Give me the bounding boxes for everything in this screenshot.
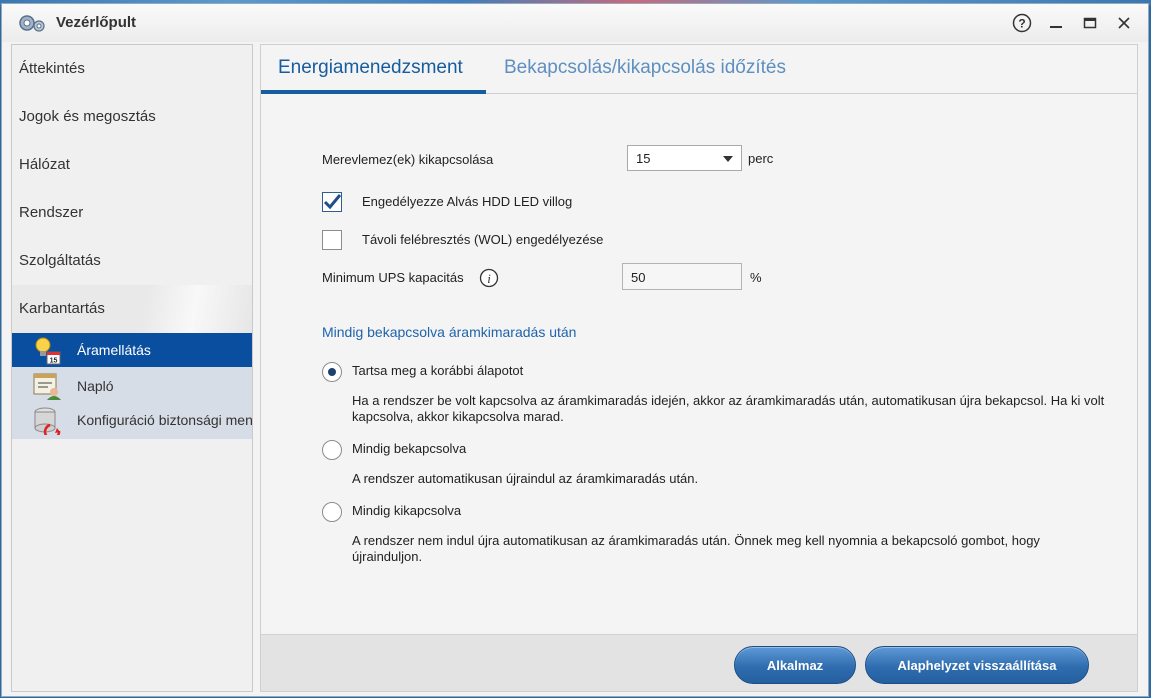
sidebar-item-permissions[interactable]: Jogok és megosztás (12, 93, 252, 141)
sidebar-item-services[interactable]: Szolgáltatás (12, 237, 252, 285)
power-settings-form: Merevlemez(ek) kikapcsolása 15 perc Enge… (261, 95, 1137, 630)
sidebar: Áttekintés Jogok és megosztás Hálózat Re… (11, 44, 253, 692)
tab-power-schedule[interactable]: Bekapcsolás/kikapcsolás időzítés (504, 57, 786, 79)
ups-capacity-input[interactable]: 50 (622, 263, 742, 290)
window-title: Vezérlőpult (56, 14, 137, 31)
checkmark-icon (323, 194, 342, 210)
sidebar-subitem-power[interactable]: 15 Áramellátás (12, 333, 252, 367)
minimize-button[interactable] (1045, 12, 1067, 34)
power-bulb-icon: 15 (35, 337, 61, 365)
radio-keep-previous[interactable] (322, 362, 342, 382)
sidebar-subitem-label: Konfiguráció biztonsági mentése (77, 412, 252, 428)
hdd-spindown-select[interactable]: 15 (627, 145, 742, 171)
reset-defaults-button[interactable]: Alaphelyzet visszaállítása (865, 646, 1089, 684)
config-backup-icon (34, 407, 61, 435)
apply-button[interactable]: Alkalmaz (734, 646, 856, 684)
title-bar: Vezérlőpult ? (2, 4, 1148, 42)
hdd-spindown-label: Merevlemez(ek) kikapcsolása (322, 152, 494, 167)
radio-keep-previous-desc: Ha a rendszer be volt kapcsolva az áramk… (352, 393, 1105, 424)
help-circle-icon: ? (1012, 13, 1032, 33)
minimize-icon (1050, 26, 1062, 28)
help-button[interactable]: ? (1011, 12, 1033, 34)
active-tab-indicator (261, 90, 486, 94)
sidebar-subitem-config-backup[interactable]: Konfiguráció biztonsági mentése (12, 403, 252, 437)
svg-text:15: 15 (50, 358, 58, 365)
sidebar-subitem-label: Áramellátás (77, 342, 151, 358)
radio-always-off-label: Mindig kikapcsolva (352, 503, 462, 518)
sidebar-item-overview[interactable]: Áttekintés (12, 45, 252, 93)
wol-checkbox[interactable] (322, 230, 342, 250)
radio-always-off-desc: A rendszer nem indul újra automatikusan … (352, 533, 1040, 564)
ups-capacity-label: Minimum UPS kapacitás (322, 270, 464, 285)
sidebar-item-system[interactable]: Rendszer (12, 189, 252, 237)
wol-label: Távoli felébresztés (WOL) engedélyezése (362, 232, 604, 247)
tab-power-management[interactable]: Energiamenedzsment (278, 57, 463, 79)
sleep-led-checkbox[interactable] (322, 192, 342, 212)
info-icon[interactable]: i (479, 268, 499, 288)
close-button[interactable] (1113, 12, 1135, 34)
sidebar-subitem-log[interactable]: Napló (12, 369, 252, 403)
hdd-spindown-unit: perc (748, 151, 774, 166)
sidebar-item-maintenance[interactable]: Karbantartás (12, 285, 252, 333)
main-content: Energiamenedzsment Bekapcsolás/kikapcsol… (260, 44, 1138, 692)
maintenance-subpanel: 15 Áramellátás Napló Konfiguráció bizton… (12, 333, 252, 439)
chevron-down-icon (723, 156, 733, 162)
svg-text:i: i (487, 271, 491, 286)
radio-always-on[interactable] (322, 440, 342, 460)
radio-always-on-desc: A rendszer automatikusan újraindul az ár… (352, 471, 699, 486)
action-footer: Alkalmaz Alaphelyzet visszaállítása (261, 634, 1137, 691)
tab-bar: Energiamenedzsment Bekapcsolás/kikapcsol… (261, 45, 1137, 94)
gears-icon (19, 15, 45, 32)
sidebar-item-network[interactable]: Hálózat (12, 141, 252, 189)
maximize-button[interactable] (1079, 12, 1101, 34)
close-icon (1118, 17, 1130, 29)
ups-capacity-unit: % (750, 270, 762, 285)
radio-always-off[interactable] (322, 502, 342, 522)
maximize-icon (1083, 17, 1097, 29)
radio-always-on-label: Mindig bekapcsolva (352, 441, 467, 456)
power-loss-section-title: Mindig bekapcsolva áramkimaradás után (322, 324, 577, 340)
control-panel-window: Vezérlőpult ? Áttekintés Jogok és megosz… (1, 3, 1149, 697)
radio-keep-previous-label: Tartsa meg a korábbi álapotot (352, 363, 524, 378)
log-icon (33, 373, 61, 400)
svg-text:?: ? (1018, 17, 1025, 31)
sleep-led-label: Engedélyezze Alvás HDD LED villog (362, 194, 573, 209)
hdd-spindown-value: 15 (636, 151, 651, 166)
sidebar-subitem-label: Napló (77, 378, 114, 394)
